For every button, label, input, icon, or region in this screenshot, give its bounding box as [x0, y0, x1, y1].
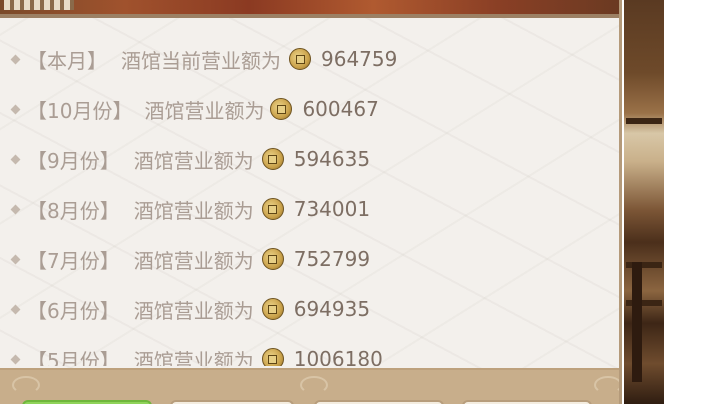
row-description: 酒馆营业额为 — [133, 248, 254, 273]
row-revenue-value: 1006180 — [293, 347, 383, 366]
diamond-bullet-icon — [10, 304, 21, 314]
tab-button[interactable] — [170, 400, 294, 404]
copper-coin-icon — [261, 148, 284, 170]
tab-button-active[interactable] — [22, 400, 152, 404]
diamond-bullet-icon — [10, 154, 21, 164]
row-period: 【10月份】 — [27, 98, 133, 123]
diamond-bullet-icon — [10, 104, 21, 114]
diamond-bullet-icon — [10, 54, 21, 64]
ledger-row: 【6月份】 酒馆营业额为 694935 — [10, 294, 371, 324]
row-revenue-value: 752799 — [293, 247, 371, 271]
scene-beam — [626, 118, 662, 124]
row-period: 【9月份】 — [27, 148, 120, 173]
row-description: 酒馆当前营业额为 — [121, 48, 281, 73]
cloud-swirl-decoration — [300, 376, 328, 394]
row-period: 【5月份】 — [27, 348, 120, 367]
ledger-row: 【9月份】 酒馆营业额为 594635 — [10, 144, 371, 174]
scene-post — [632, 262, 642, 382]
cloud-swirl-decoration — [12, 376, 40, 394]
ledger-scroll-clip[interactable]: 【5月份】 酒馆营业额为 1006180 — [0, 336, 619, 367]
row-description: 酒馆营业额为 — [133, 298, 254, 323]
row-period: 【本月】 — [27, 48, 107, 73]
row-revenue-value: 594635 — [293, 147, 371, 171]
header-gate-decoration — [4, 0, 74, 10]
diamond-bullet-icon — [10, 354, 21, 364]
ledger-row: 【7月份】 酒馆营业额为 752799 — [10, 244, 371, 274]
row-period: 【8月份】 — [27, 198, 120, 223]
row-revenue-value: 600467 — [302, 97, 379, 121]
copper-coin-icon — [270, 98, 293, 120]
row-revenue-value: 964759 — [321, 47, 398, 71]
ledger-row: 【10月份】 酒馆营业额为 600467 — [10, 94, 379, 124]
row-description: 酒馆营业额为 — [133, 348, 254, 367]
row-description: 酒馆营业额为 — [133, 198, 254, 223]
row-revenue-value: 694935 — [293, 297, 371, 321]
tab-button[interactable] — [314, 400, 444, 404]
copper-coin-icon — [261, 198, 284, 220]
tab-button[interactable] — [462, 400, 592, 404]
row-revenue-value: 734001 — [293, 197, 371, 221]
bottom-tab-bar — [0, 368, 619, 404]
ledger-row-current-month: 【本月】 酒馆当前营业额为 964759 — [10, 44, 398, 74]
row-description: 酒馆营业额为 — [144, 98, 265, 123]
row-period: 【6月份】 — [27, 298, 120, 323]
panel-header-image — [0, 0, 619, 18]
row-description: 酒馆营业额为 — [133, 148, 254, 173]
row-period: 【7月份】 — [27, 248, 120, 273]
copper-coin-icon — [261, 298, 284, 320]
screen-margin — [664, 0, 720, 404]
copper-coin-icon — [289, 48, 311, 70]
diamond-bullet-icon — [10, 204, 21, 214]
cloud-swirl-decoration — [594, 376, 619, 394]
ledger-row: 【5月份】 酒馆营业额为 1006180 — [10, 344, 383, 367]
game-scene-background — [624, 0, 664, 404]
diamond-bullet-icon — [10, 254, 21, 264]
ledger-row: 【8月份】 酒馆营业额为 734001 — [10, 194, 371, 224]
revenue-ledger-panel: 【本月】 酒馆当前营业额为 964759 【10月份】 酒馆营业额为 60046… — [0, 0, 622, 404]
copper-coin-icon — [261, 248, 284, 270]
copper-coin-icon — [261, 348, 284, 366]
